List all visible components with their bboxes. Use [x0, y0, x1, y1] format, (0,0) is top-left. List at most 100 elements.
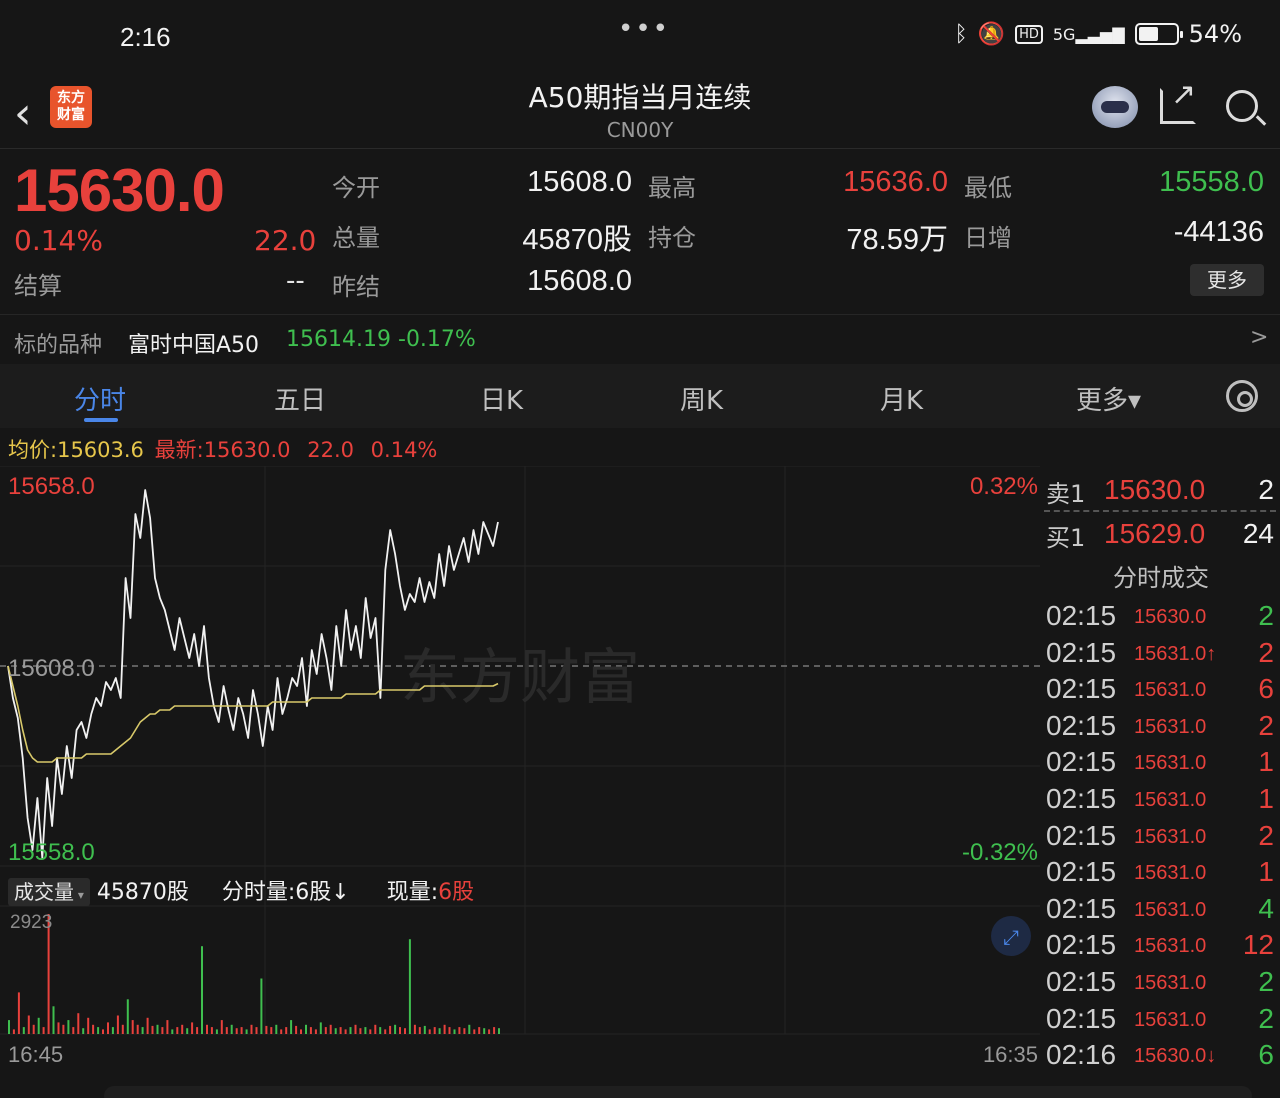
volume-bar: [92, 1024, 95, 1034]
trade-volume: 12: [1242, 929, 1274, 961]
gear-icon[interactable]: [1226, 380, 1258, 412]
volume-bar: [210, 1027, 213, 1034]
volume-bar: [404, 1028, 406, 1034]
trade-volume: 4: [1258, 892, 1274, 924]
volume-bar: [191, 1022, 194, 1034]
more-quote-button[interactable]: 更多: [1190, 264, 1264, 296]
chart-info-row: 均价:15603.6 最新:15630.0 22.0 0.14%: [8, 434, 437, 464]
volume-bar: [97, 1027, 100, 1034]
daily-change-label: 日增: [964, 224, 1012, 252]
latest-change-pct: 0.14%: [370, 438, 438, 462]
bottom-toolbar: [104, 1086, 1252, 1098]
ask-price: 15630.0: [1104, 474, 1206, 505]
volume-bar: [493, 1027, 496, 1034]
volume-bar: [468, 1024, 471, 1034]
volume-bar: [305, 1024, 307, 1034]
pct-max-label: 0.32%: [970, 473, 1038, 500]
active-tab-indicator: [84, 418, 118, 422]
time-end-label: 16:35: [983, 1042, 1038, 1067]
chevron-right-icon[interactable]: >: [1250, 325, 1268, 350]
trade-row: 02:15 15631.0 2: [1042, 1003, 1276, 1039]
trade-time: 02:16: [1046, 1039, 1117, 1071]
volume-bar: [280, 1029, 283, 1034]
period-volume-arrow: ↓: [331, 880, 350, 905]
volume-bar: [309, 1027, 312, 1034]
trade-row: 02:15 15631.0 1: [1042, 783, 1276, 819]
trade-price: 15631.0: [1134, 825, 1207, 848]
volume-bar: [116, 1015, 119, 1034]
trade-row: 02:15 15631.0 2: [1042, 966, 1276, 1002]
trade-row: 02:15 15631.0 12: [1042, 929, 1276, 965]
settle-label: 结算: [14, 272, 62, 300]
volume-bar: [448, 1027, 451, 1034]
volume-bar: [176, 1027, 179, 1034]
volume-bar: [171, 1029, 174, 1034]
volume-bar: [27, 1015, 30, 1034]
tab-five-day[interactable]: 五日: [274, 380, 326, 417]
volume-bar: [458, 1027, 461, 1034]
volume-dropdown[interactable]: 成交量 ▾: [8, 878, 90, 906]
share-icon[interactable]: [1160, 77, 1196, 124]
volume-bar: [483, 1028, 486, 1034]
change-percent: 0.14%: [14, 224, 103, 257]
trade-time: 02:15: [1046, 673, 1117, 705]
search-icon[interactable]: [1226, 90, 1258, 122]
high-label: 最高: [648, 174, 696, 202]
volume-bar: [433, 1027, 436, 1034]
trade-row: 02:15 15631.0 4: [1042, 893, 1276, 929]
volume-bar: [67, 1020, 70, 1034]
trade-price: 15631.0: [1134, 1008, 1207, 1031]
latest-value: 15630.0: [203, 438, 291, 462]
last-price: 15630.0: [14, 157, 225, 224]
volume-bar: [250, 1024, 253, 1034]
volume-bar: [72, 1027, 75, 1034]
volume-bar: [230, 1024, 233, 1034]
volume-bar: [42, 1027, 45, 1034]
volume-bar: [463, 1028, 466, 1034]
battery-icon: [1134, 23, 1183, 45]
volume-bar: [260, 978, 263, 1034]
volume-bar: [384, 1029, 387, 1034]
volume-bar: [126, 999, 129, 1034]
tab-monthly-k[interactable]: 月K: [880, 380, 923, 417]
volume-bar: [443, 1024, 446, 1034]
volume-bar: [32, 1024, 35, 1034]
volume-bar: [498, 1028, 500, 1034]
bid-1-row[interactable]: 买1 15629.0 24: [1042, 512, 1276, 552]
volume-bar: [87, 1017, 90, 1034]
underlying-change: -0.17%: [398, 327, 476, 352]
mute-bell-icon: 🔕: [977, 21, 1006, 47]
header-divider: [0, 148, 1280, 149]
trade-row: 02:15 15631.0 6: [1042, 673, 1276, 709]
trade-time: 02:15: [1046, 856, 1117, 888]
volume-bar: [111, 1027, 114, 1034]
trade-price: 15631.0: [1134, 752, 1207, 775]
tab-daily-k[interactable]: 日K: [480, 380, 523, 417]
tab-weekly-k[interactable]: 周K: [680, 380, 723, 417]
more-dots-icon[interactable]: •••: [618, 14, 670, 44]
volume-dropdown-label: 成交量: [14, 880, 74, 904]
status-time: 2:16: [120, 22, 171, 52]
tab-more[interactable]: 更多▾: [1076, 380, 1141, 417]
volume-total: 45870股: [96, 880, 189, 905]
trade-volume: 2: [1258, 819, 1274, 851]
volume-bar: [57, 1022, 60, 1034]
assistant-robot-icon[interactable]: [1092, 86, 1138, 128]
bid-volume: 24: [1242, 518, 1274, 549]
open-label: 今开: [332, 174, 380, 202]
volume-bar: [374, 1024, 377, 1034]
trade-volume: 1: [1258, 856, 1274, 888]
tab-intraday[interactable]: 分时: [74, 380, 126, 417]
volume-bar: [290, 1020, 293, 1034]
y-max-label: 15658.0: [8, 473, 95, 500]
change-amount: 22.0: [254, 224, 317, 257]
volume-bar: [12, 1029, 15, 1034]
volume-bars: [8, 914, 500, 1034]
underlying-row[interactable]: 标的品种 富时中国A50 15614.19 -0.17% >: [0, 314, 1280, 364]
intraday-chart[interactable]: 东方财富 15658.0 15608.0 15558.0 0.32% -0.32…: [0, 466, 1040, 1070]
volume-bar: [22, 1027, 25, 1034]
current-volume-value: 6股: [438, 880, 475, 905]
volume-bar: [136, 1024, 139, 1034]
ask-1-row[interactable]: 卖1 15630.0 2: [1042, 468, 1276, 508]
trade-time: 02:15: [1046, 600, 1117, 631]
